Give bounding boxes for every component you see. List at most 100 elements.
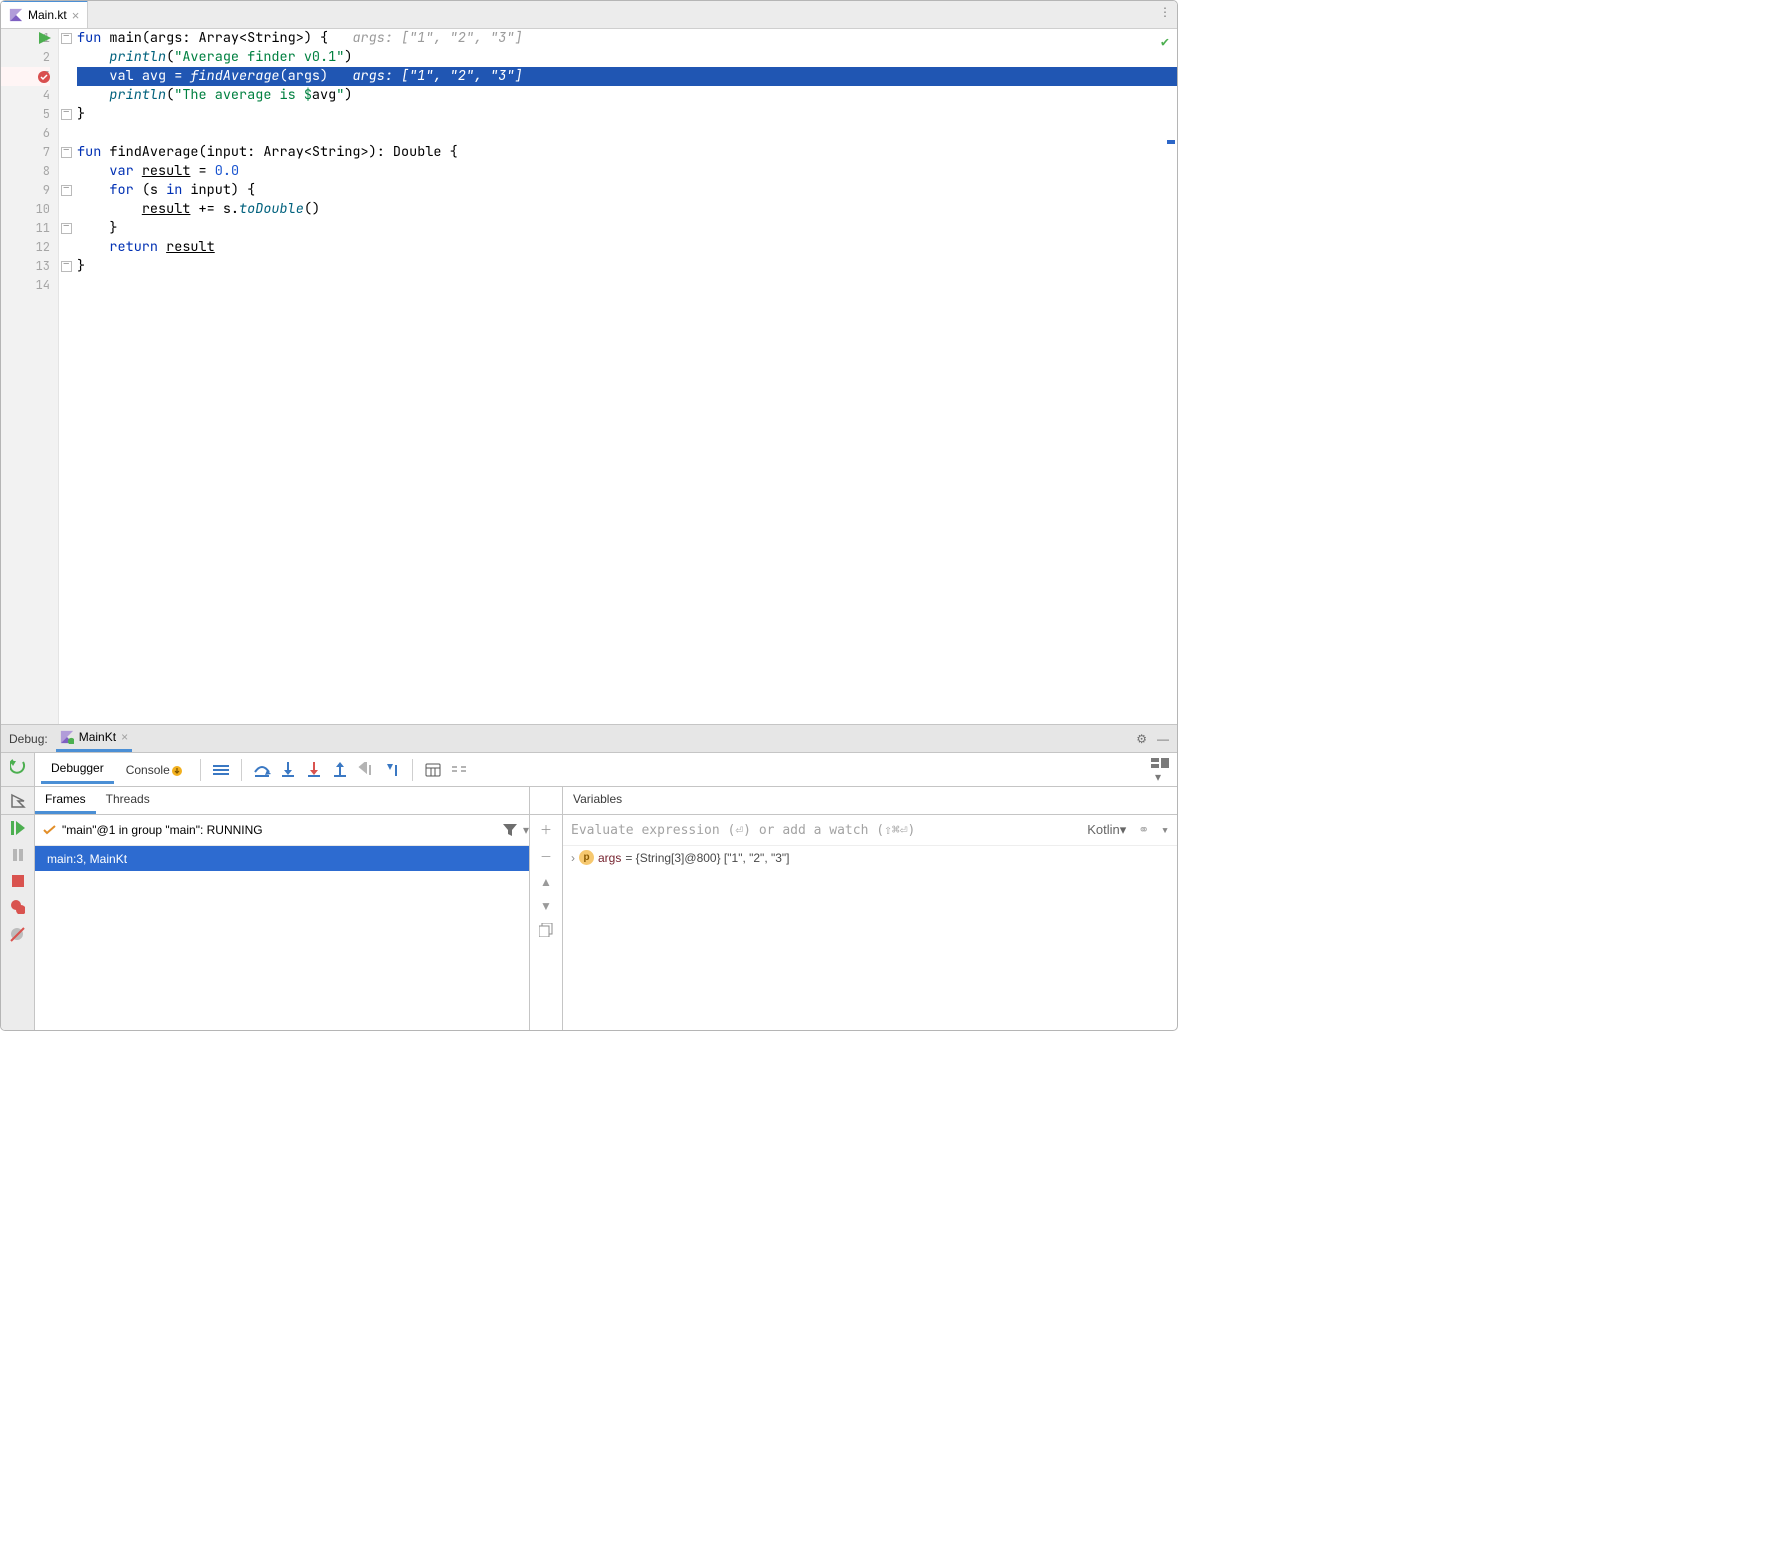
fold-marker-icon[interactable]	[61, 223, 72, 234]
move-watch-up-icon[interactable]: ▲	[540, 875, 552, 889]
fold-marker-icon[interactable]	[61, 261, 72, 272]
inlay-hint: args: ["1", "2", "3"]	[352, 67, 522, 85]
code-area[interactable]: fun main(args: Array<String>) { args: ["…	[77, 29, 1177, 724]
stack-frame[interactable]: main:3, MainKt	[35, 846, 529, 871]
thread-name: "main"@1 in group "main": RUNNING	[62, 823, 497, 837]
layout-settings-icon[interactable]	[1151, 756, 1169, 770]
fold-marker-icon[interactable]	[61, 33, 72, 44]
evaluate-expression-input[interactable]: Evaluate expression (⏎) or add a watch (…	[563, 815, 1177, 846]
console-download-icon	[172, 766, 182, 776]
line-number: 13	[1, 257, 50, 276]
kotlin-run-icon	[60, 730, 74, 744]
close-runconfig-icon[interactable]: ×	[121, 730, 128, 744]
line-number: 11	[1, 219, 50, 238]
range-marker	[1167, 140, 1175, 144]
line-number: 6	[1, 124, 50, 143]
code-token: }	[77, 219, 1177, 238]
modify-run-config-icon[interactable]	[10, 793, 26, 809]
step-over-icon[interactable]	[250, 758, 274, 782]
run-config-name: MainKt	[79, 730, 116, 744]
fold-marker-icon[interactable]	[61, 109, 72, 120]
move-watch-down-icon[interactable]: ▼	[540, 899, 552, 913]
tab-frames[interactable]: Frames	[35, 787, 96, 814]
file-tab-main-kt[interactable]: Main.kt ×	[1, 0, 88, 28]
code-token: (args: Array<String>) {	[142, 29, 328, 47]
dropdown-icon[interactable]: ▾	[523, 823, 529, 837]
check-icon	[43, 825, 56, 835]
step-out-icon[interactable]	[328, 758, 352, 782]
run-gutter-icon[interactable]	[39, 32, 51, 44]
debug-tool-window-header: Debug: MainKt × ⚙ —	[1, 724, 1177, 753]
eval-dropdown-icon[interactable]: ▾	[1161, 823, 1169, 838]
fold-marker-icon[interactable]	[61, 147, 72, 158]
run-to-cursor-icon[interactable]	[380, 758, 404, 782]
code-token: main	[109, 29, 141, 47]
filter-icon[interactable]	[503, 824, 517, 836]
new-watch-icon[interactable]: ＋	[540, 821, 552, 838]
pause-program-icon[interactable]	[11, 848, 25, 862]
thread-selector[interactable]: "main"@1 in group "main": RUNNING ▾	[35, 815, 529, 846]
file-tab-label: Main.kt	[28, 8, 67, 22]
code-token: println	[109, 48, 166, 66]
remove-watch-icon[interactable]: －	[540, 848, 552, 865]
debug-toolbar-row: Debugger Console ▾	[1, 753, 1177, 787]
variables-header: Variables	[563, 787, 632, 814]
tab-overflow-icon[interactable]: ⋮	[1159, 5, 1171, 19]
run-config-tab[interactable]: MainKt ×	[56, 725, 132, 752]
panel-header-row: Frames Threads Variables	[1, 787, 1177, 815]
close-tab-icon[interactable]: ×	[72, 8, 80, 23]
view-breakpoints-icon[interactable]	[11, 900, 25, 914]
breakpoint-icon[interactable]	[37, 70, 51, 84]
code-token: }	[77, 257, 1177, 276]
parameter-badge-icon: p	[579, 850, 594, 865]
code-editor[interactable]: 1 2 3 4 5 6 7 8 9 10 11 12 13 14	[1, 29, 1177, 724]
debug-label: Debug:	[9, 732, 48, 746]
tab-threads[interactable]: Threads	[96, 787, 160, 814]
fold-gutter	[59, 29, 77, 724]
line-number: 4	[1, 86, 50, 105]
fold-marker-icon[interactable]	[61, 185, 72, 196]
code-token: }	[77, 105, 1177, 124]
threads-view-icon[interactable]	[209, 758, 233, 782]
line-number: 8	[1, 162, 50, 181]
tab-debugger[interactable]: Debugger	[41, 755, 114, 784]
variables-panel: Evaluate expression (⏎) or add a watch (…	[563, 815, 1177, 1030]
eval-language-label: Kotlin	[1087, 822, 1120, 837]
drop-frame-icon[interactable]	[354, 758, 378, 782]
line-number-gutter: 1 2 3 4 5 6 7 8 9 10 11 12 13 14	[1, 29, 59, 724]
variable-row[interactable]: › p args = {String[3]@800} ["1", "2", "3…	[563, 846, 1177, 869]
force-step-into-icon[interactable]	[302, 758, 326, 782]
variable-name: args	[598, 851, 621, 865]
code-token: fun	[77, 143, 101, 161]
line-number: 12	[1, 238, 50, 257]
kotlin-file-icon	[9, 8, 23, 22]
minimize-icon[interactable]: —	[1157, 732, 1169, 746]
watches-toolbar: ＋ － ▲ ▼	[530, 815, 563, 1030]
variable-value: = {String[3]@800} ["1", "2", "3"]	[625, 851, 789, 865]
inspection-ok-icon[interactable]: ✔	[1161, 33, 1169, 51]
debug-bottom-panel: "main"@1 in group "main": RUNNING ▾ main…	[1, 815, 1177, 1030]
code-token: fun	[77, 29, 101, 47]
resume-program-icon[interactable]	[11, 821, 25, 835]
evaluate-expression-icon[interactable]	[421, 758, 445, 782]
line-number: 2	[1, 48, 50, 67]
step-into-icon[interactable]	[276, 758, 300, 782]
line-number: 7	[1, 143, 50, 162]
line-number: 14	[1, 276, 50, 295]
frames-panel: "main"@1 in group "main": RUNNING ▾ main…	[35, 815, 530, 1030]
code-token: "Average finder v0.1"	[174, 48, 344, 66]
eval-language-dropdown-icon[interactable]: ▾	[1120, 822, 1127, 837]
line-number: 5	[1, 105, 50, 124]
show-watches-icon[interactable]: ⚭	[1138, 823, 1149, 838]
execution-line: val avg = findAverage(args) args: ["1", …	[77, 67, 1177, 86]
tab-console[interactable]: Console	[116, 757, 192, 783]
mute-breakpoints-icon[interactable]	[10, 927, 25, 942]
settings-icon[interactable]: ⚙	[1136, 732, 1147, 746]
layout-dropdown-icon[interactable]: ▾	[1155, 770, 1161, 784]
rerun-icon[interactable]	[10, 759, 26, 775]
expand-icon[interactable]: ›	[571, 851, 575, 865]
trace-current-stream-chain-icon[interactable]	[447, 758, 471, 782]
duplicate-watch-icon[interactable]	[539, 923, 553, 937]
stop-icon[interactable]	[12, 875, 24, 887]
inlay-hint: args: ["1", "2", "3"]	[352, 29, 522, 47]
